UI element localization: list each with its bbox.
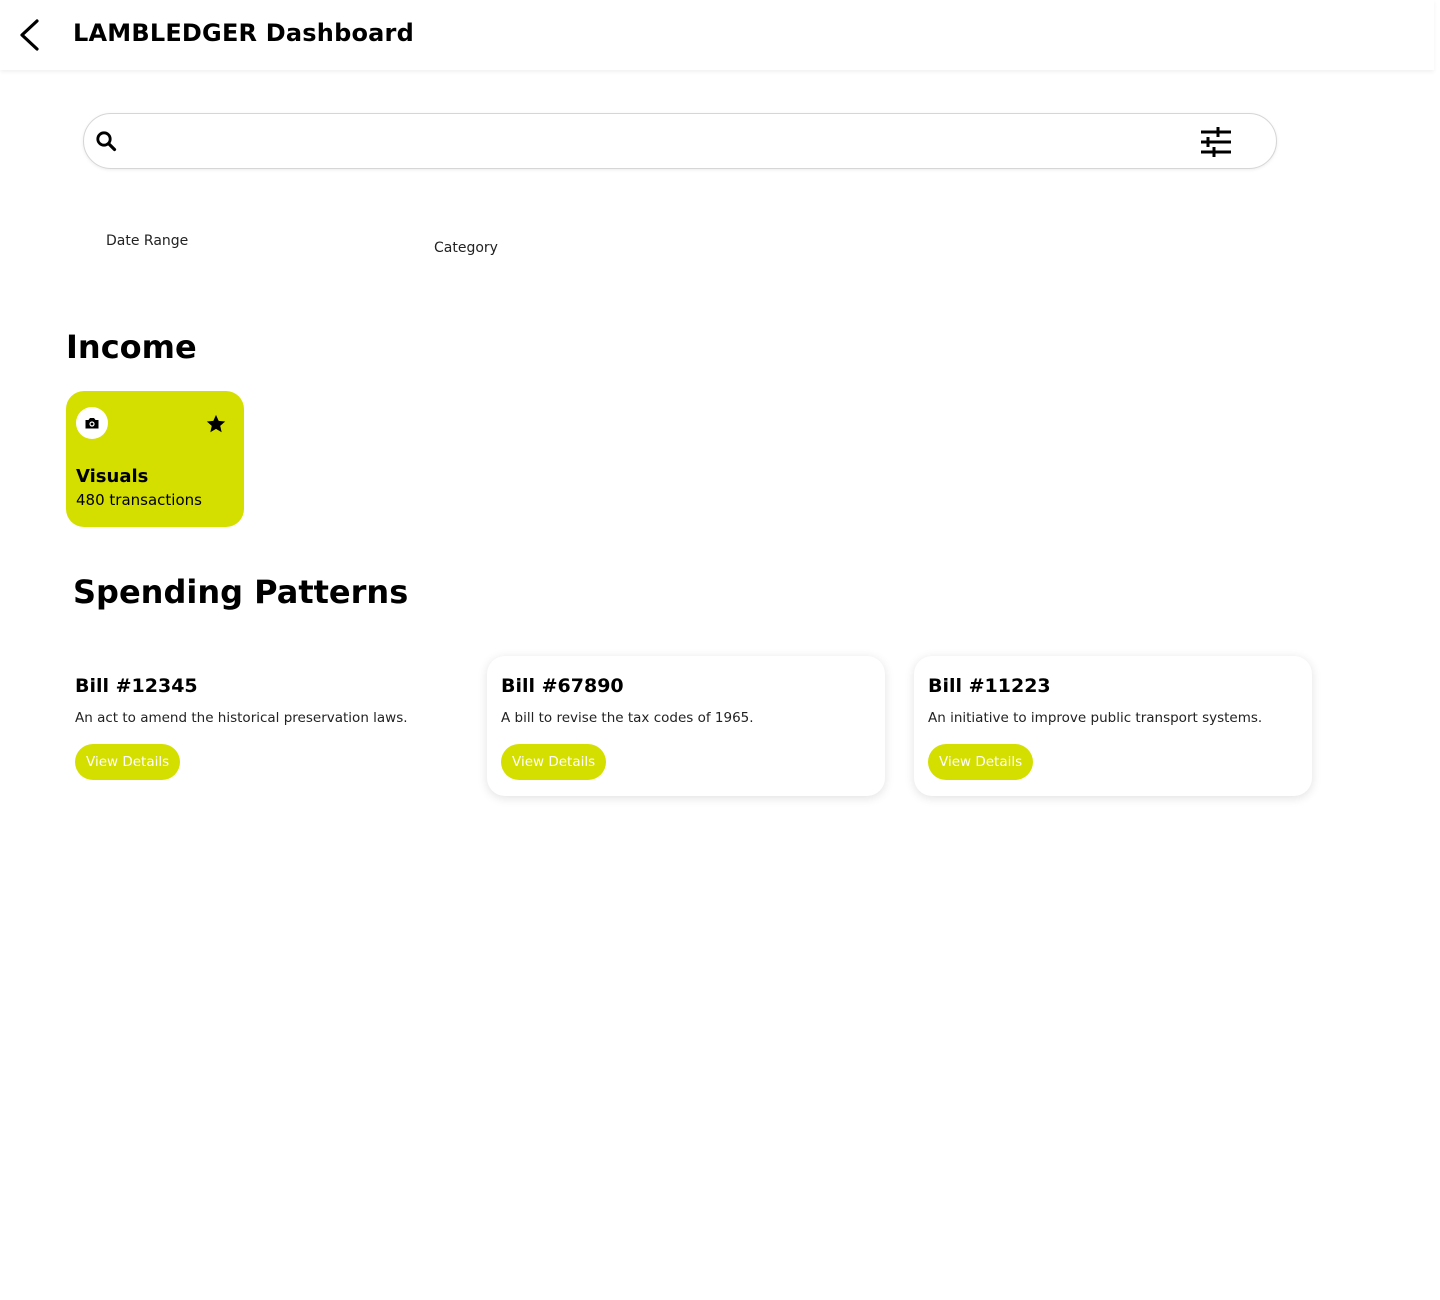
income-card-subtitle: 480 transactions <box>76 491 202 509</box>
income-section-title: Income <box>66 328 197 366</box>
search-icon <box>95 130 117 152</box>
bill-description: An act to amend the historical preservat… <box>75 710 408 726</box>
back-button[interactable] <box>16 17 46 53</box>
tune-icon[interactable] <box>1199 126 1233 158</box>
category-filter-label[interactable]: Category <box>434 240 498 256</box>
view-details-button[interactable]: View Details <box>928 744 1034 780</box>
app-bar: LAMBLEDGER Dashboard <box>0 0 1434 70</box>
star-icon[interactable] <box>205 413 227 435</box>
income-card-visuals[interactable]: Visuals 480 transactions <box>66 391 244 527</box>
date-range-filter-label[interactable]: Date Range <box>106 233 188 249</box>
search-input[interactable] <box>128 124 1228 158</box>
chevron-left-icon <box>20 19 39 51</box>
search-bar <box>83 113 1277 169</box>
camera-icon <box>76 407 108 439</box>
bill-description: An initiative to improve public transpor… <box>928 710 1263 726</box>
bill-title: Bill #12345 <box>75 675 198 697</box>
bill-card: Bill #11223 An initiative to improve pub… <box>914 656 1312 796</box>
bill-title: Bill #67890 <box>501 675 624 697</box>
page-title: LAMBLEDGER Dashboard <box>73 19 414 47</box>
bill-card: Bill #12345 An act to amend the historic… <box>61 656 459 796</box>
bill-description: A bill to revise the tax codes of 1965. <box>501 710 754 726</box>
income-card-title: Visuals <box>76 466 149 487</box>
view-details-button[interactable]: View Details <box>75 744 181 780</box>
bill-title: Bill #11223 <box>928 675 1051 697</box>
spending-section-title: Spending Patterns <box>73 573 409 611</box>
view-details-button[interactable]: View Details <box>501 744 607 780</box>
bill-card: Bill #67890 A bill to revise the tax cod… <box>487 656 885 796</box>
